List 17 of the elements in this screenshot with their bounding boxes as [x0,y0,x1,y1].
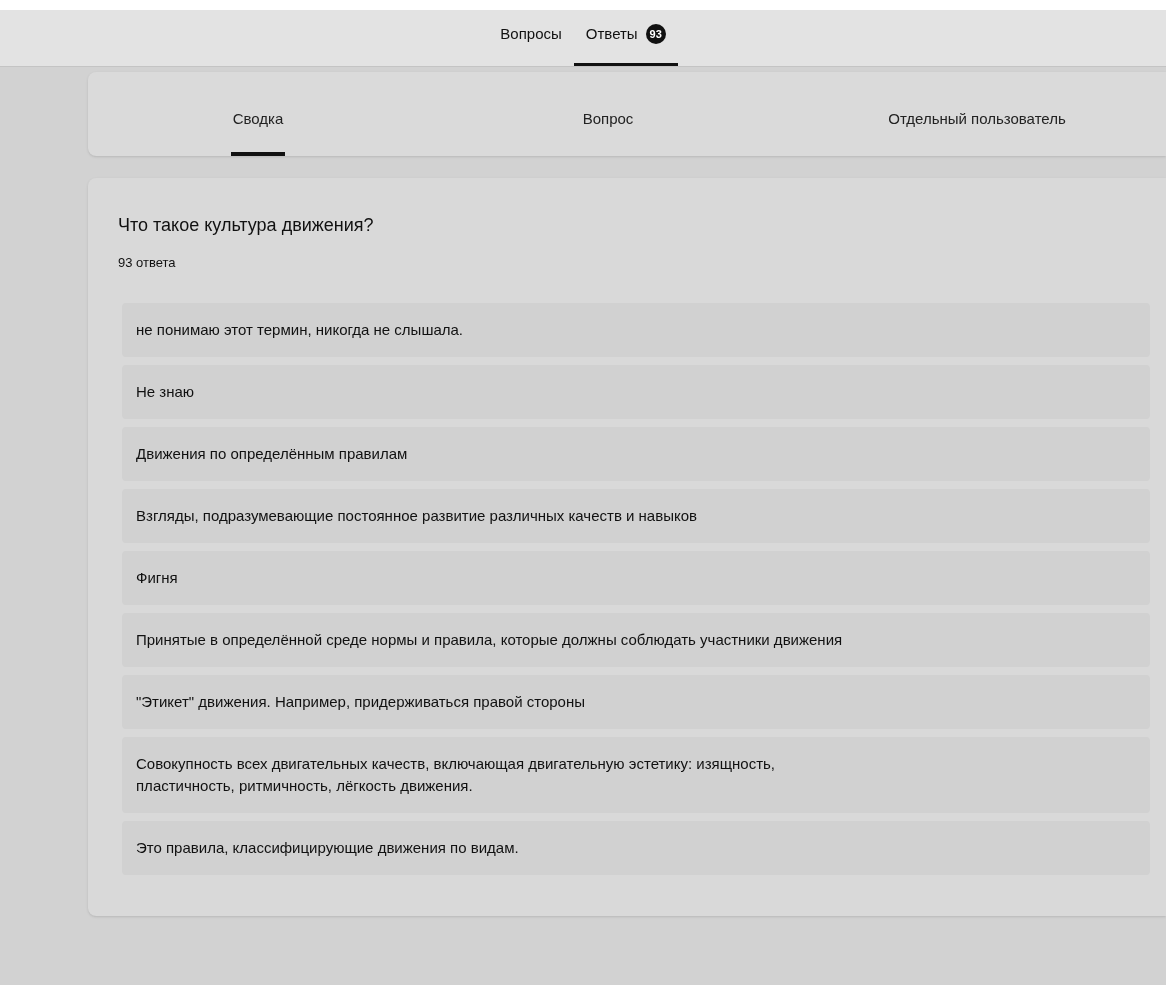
tab[interactable]: Отдельный пользователь [888,107,1066,156]
answer-row: Это правила, классифицирующие движения по видам. [122,820,1150,875]
tab[interactable]: Ответы 93 [573,22,678,66]
tab[interactable]: Вопрос [582,107,634,156]
tab[interactable]: Сводка [230,107,286,156]
tab[interactable]: Вопросы [488,22,574,66]
answer-row: Не знаю [122,364,1150,419]
answer-row: Движения по определённым правилам [122,426,1150,481]
response-count: 93 ответа [118,254,177,272]
answer-row: Взгляды, подразумевающие постоянное развитие различных качеств и навыков [122,488,1150,543]
answer-row: не понимаю этот термин, никогда не слышала. [122,302,1150,357]
answer-row: "Этикет" движения. Например, придерживаться правой стороны [122,674,1150,729]
answer-row: Фигня [122,550,1150,605]
count-badge: 93 [645,23,666,44]
answer-row: Принятые в определённой среде нормы и правила, которые должны соблюдать участники движения [122,612,1150,667]
question-title: Что такое культура движения? [118,214,375,237]
answer-row: Совокупность всех двигательных качеств, включающая двигательную эстетику: изящность, пластичность, ритмичность, лёгкость движения. [122,736,1150,813]
